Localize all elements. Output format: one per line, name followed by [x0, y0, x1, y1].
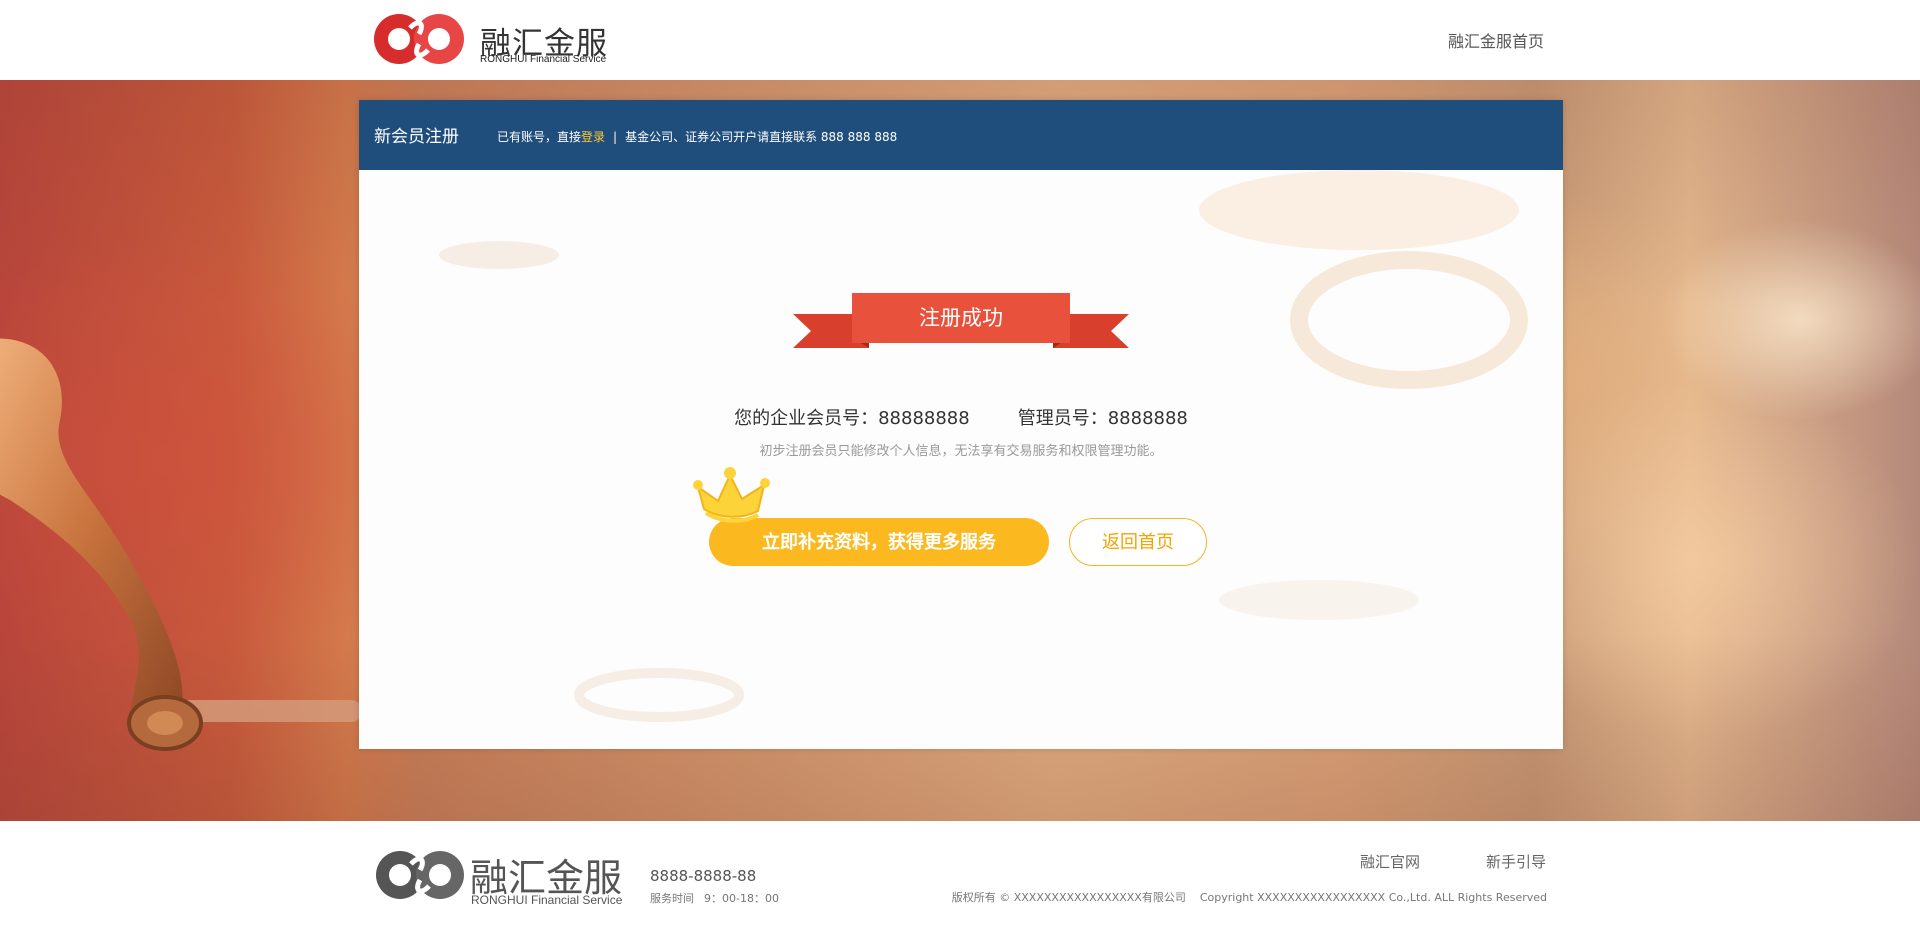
contact-note: 基金公司、证券公司开户请直接联系 888 888 888: [625, 130, 898, 144]
site-header: 融汇金服 RONGHUI Financial Service 融汇金服首页: [0, 0, 1920, 80]
card-background-decoration: [439, 170, 1528, 722]
card-title: 新会员注册: [374, 127, 459, 147]
home-link[interactable]: 融汇金服首页: [1448, 28, 1544, 52]
limitation-note: 初步注册会员只能修改个人信息，无法享有交易服务和权限管理功能。: [759, 444, 1163, 459]
logo-text-en: RONGHUI Financial Service: [480, 54, 607, 65]
service-hours: 服务时间 9：00-18：00: [650, 890, 779, 906]
separator: |: [613, 130, 618, 144]
service-hours-value: 9：00-18：00: [704, 892, 779, 905]
footer-logo-text-en: RONGHUI Financial Service: [471, 893, 623, 907]
admin-number: 管理员号：8888888: [1017, 408, 1188, 429]
footer-logo-mark-icon: [376, 851, 464, 899]
door-handle-image: [0, 338, 360, 751]
service-hours-label: 服务时间: [650, 892, 694, 905]
card-header-bar: 新会员注册 已有账号，直接登录 | 基金公司、证券公司开户请直接联系 888 888…: [359, 100, 1563, 170]
login-link[interactable]: 登录: [581, 130, 605, 144]
official-site-link[interactable]: 融汇官网: [1360, 853, 1420, 871]
account-info: 已有账号，直接登录 | 基金公司、证券公司开户请直接联系 888 888 888: [497, 128, 897, 145]
copyright: 版权所有 © XXXXXXXXXXXXXXXXX有限公司 Copyright XX…: [952, 889, 1547, 905]
service-phone: 8888-8888-88: [650, 867, 757, 885]
crown-icon: [693, 467, 770, 523]
has-account-text: 已有账号，直接: [497, 130, 582, 144]
enterprise-member-number: 您的企业会员号：88888888: [734, 408, 970, 429]
member-numbers: 您的企业会员号：88888888 管理员号：8888888: [359, 404, 1563, 430]
logo-mark-icon: [374, 14, 464, 64]
beginner-guide-link[interactable]: 新手引导: [1486, 853, 1546, 871]
success-ribbon-text: 注册成功: [919, 306, 1003, 330]
brand-logo[interactable]: 融汇金服 RONGHUI Financial Service: [373, 12, 613, 70]
footer-links: 融汇官网 新手引导: [1294, 851, 1546, 872]
registration-card: 新会员注册 已有账号，直接登录 | 基金公司、证券公司开户请直接联系 888 888…: [359, 100, 1563, 749]
back-home-button[interactable]: 返回首页: [1069, 518, 1207, 566]
site-footer: 融汇金服 RONGHUI Financial Service 8888-8888…: [0, 821, 1920, 932]
copyright-cn: 版权所有 © XXXXXXXXXXXXXXXXX有限公司: [951, 891, 1186, 904]
footer-logo: 融汇金服 RONGHUI Financial Service: [373, 847, 633, 907]
copyright-en: Copyright XXXXXXXXXXXXXXXXX Co.,Ltd. ALL…: [1199, 891, 1547, 904]
